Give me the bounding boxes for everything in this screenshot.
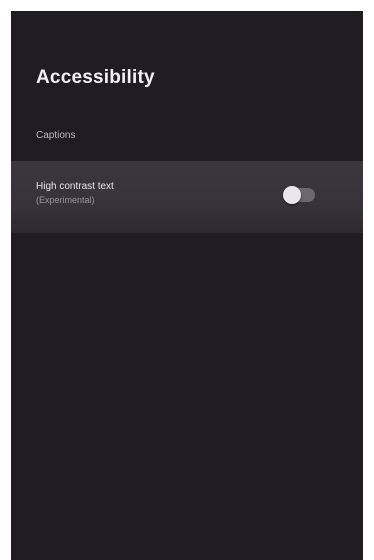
high-contrast-toggle[interactable] [283,186,315,204]
menu-item-label: Captions [36,130,76,141]
menu-item-label: High contrast text [36,181,114,192]
panel-title: Accessibility [36,67,155,88]
menu-item-sublabel: (Experimental) [36,195,95,205]
accessibility-panel: Accessibility Captions High contrast tex… [11,11,363,560]
menu-item-high-contrast-text[interactable]: High contrast text (Experimental) [11,161,363,233]
toggle-thumb [283,186,301,204]
menu-item-captions[interactable]: Captions [11,111,363,159]
